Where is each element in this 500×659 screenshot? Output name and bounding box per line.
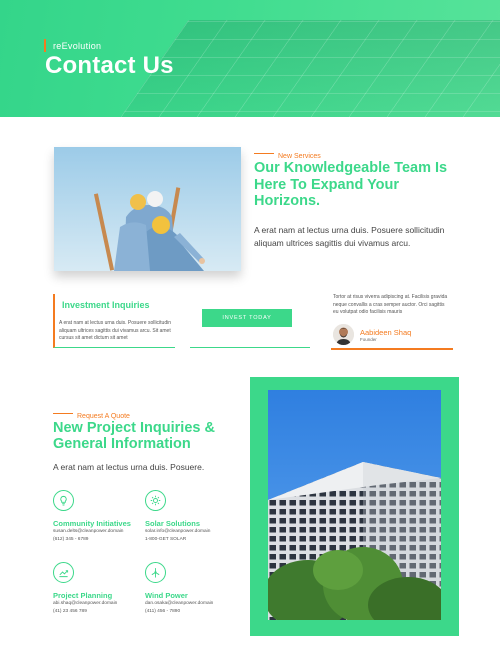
feature-title: Solar Solutions [145, 519, 201, 528]
page-title: Contact Us [45, 52, 174, 79]
feature-email[interactable]: susan.delts@cleanpower.domain [53, 528, 148, 536]
eyebrow-line [254, 153, 274, 155]
investment-heading: Investment Inquiries [62, 300, 150, 310]
feature-title: Wind Power [145, 591, 188, 600]
feature-solar: Solar Solutions solar.info@cleanpower.do… [145, 490, 240, 543]
lightbulb-icon [53, 490, 74, 511]
investment-card: Investment Inquiries A erat nam at lectu… [53, 294, 175, 348]
services-eyebrow-text: New Services [278, 153, 321, 160]
feature-title: Community Initiatives [53, 519, 131, 528]
building-photo [268, 390, 441, 620]
hero-eyebrow: reEvolution [53, 41, 102, 51]
testimonial-role: Founder [360, 337, 377, 342]
feature-planning: Project Planning abi.shaq@cleanpower.dom… [53, 562, 148, 615]
feature-community: Community Initiatives susan.delts@cleanp… [53, 490, 148, 543]
quote-heading: New Project Inquiries & General Informat… [53, 420, 215, 452]
eyebrow-line [53, 413, 73, 415]
testimonial-card: Tortor at risus viverra adipiscing at. F… [331, 294, 453, 350]
quote-description: A erat nam at lectus urna duis. Posuere. [53, 462, 205, 472]
building-photo-frame [250, 377, 459, 636]
feature-phone: (612) 345 - 6789 [53, 536, 89, 542]
services-heading: Our Knowledgeable Team Is Here To Expand… [254, 160, 448, 209]
chart-growth-icon [53, 562, 74, 583]
investment-description: A erat nam at lectus urna duis. Posuere … [59, 320, 172, 341]
feature-title: Project Planning [53, 591, 113, 600]
services-description: A erat nam at lectus urna duis. Posuere … [254, 225, 445, 248]
feature-phone: (41) 23 456 789 [53, 608, 87, 614]
feature-email[interactable]: abi.shaq@cleanpower.domain [53, 600, 148, 608]
wind-icon [145, 562, 166, 583]
avatar [333, 324, 354, 345]
quote-eyebrow-text: Request A Quote [77, 413, 130, 420]
team-photo [54, 147, 241, 271]
feature-phone: 1-800-GET SOLAR [145, 536, 187, 542]
invest-today-button[interactable]: INVEST TODAY [202, 309, 292, 327]
feature-wind: Wind Power dan.osaka@cleanpower.domain (… [145, 562, 240, 615]
sun-icon [145, 490, 166, 511]
invest-card: INVEST TODAY [190, 294, 310, 348]
testimonial-quote: Tortor at risus viverra adipiscing at. F… [333, 294, 448, 315]
feature-email[interactable]: dan.osaka@cleanpower.domain [145, 600, 240, 608]
feature-email[interactable]: solar.info@cleanpower.domain [145, 528, 240, 536]
feature-phone: (411) 456 - 7890 [145, 608, 181, 614]
hero-accent-bar [44, 39, 46, 52]
hero-banner: reEvolution Contact Us [0, 0, 500, 117]
testimonial-name: Aabideen Shaq [360, 328, 412, 337]
